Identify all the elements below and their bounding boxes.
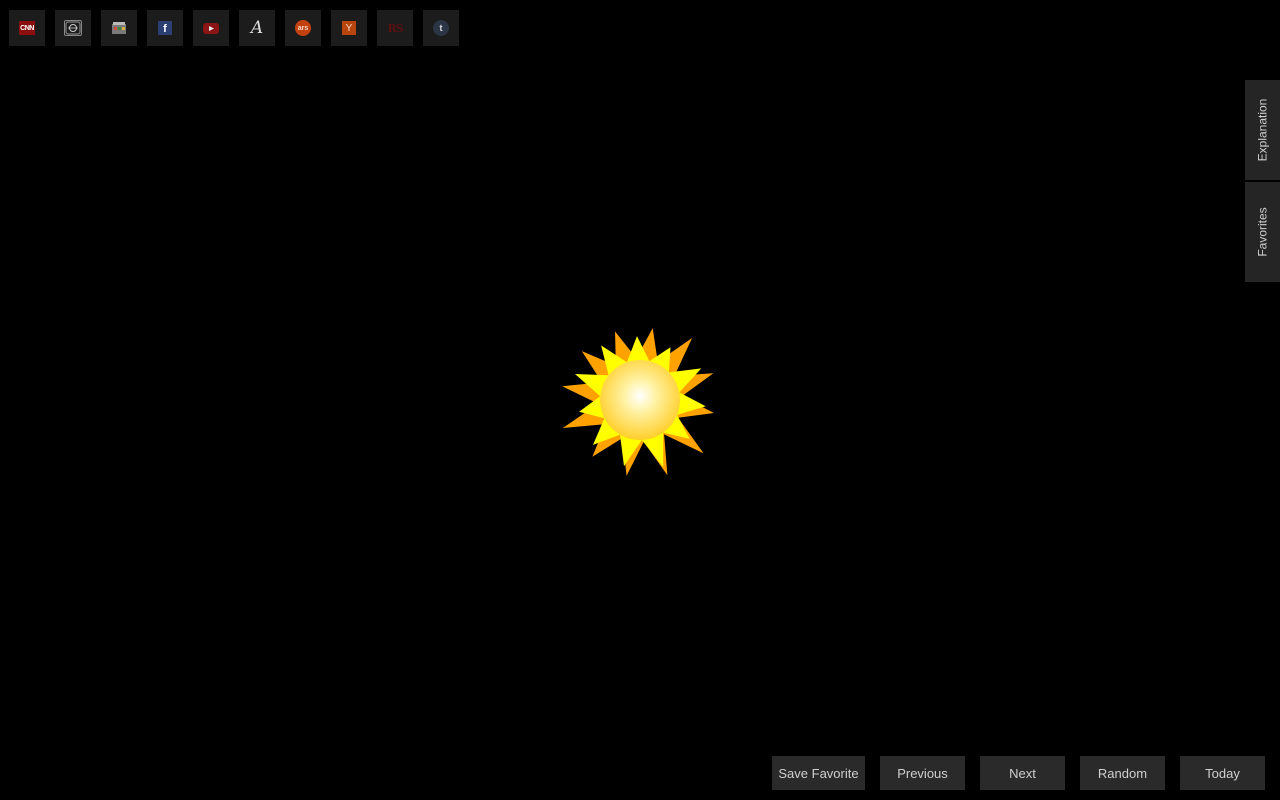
tab-favorites-label: Favorites [1255, 207, 1270, 257]
save-favorite-button[interactable]: Save Favorite [772, 756, 865, 790]
hacker-news-icon: Y [342, 21, 356, 35]
facebook-icon: f [158, 21, 172, 35]
youtube-icon [203, 22, 219, 34]
news-icon [64, 20, 82, 36]
apod-page: CNN f A ars Y RS t Explanation Favorites… [0, 0, 1280, 800]
tab-explanation[interactable]: Explanation [1245, 80, 1280, 180]
next-button[interactable]: Next [980, 756, 1065, 790]
sun-loading-image [560, 320, 720, 480]
shortcut-cnn[interactable]: CNN [9, 10, 45, 46]
atlantic-icon: A [250, 18, 264, 38]
tab-favorites[interactable]: Favorites [1245, 182, 1280, 282]
shortcut-bar: CNN f A ars Y RS t [9, 10, 459, 46]
shortcut-atlantic[interactable]: A [239, 10, 275, 46]
shortcut-hacker-news[interactable]: Y [331, 10, 367, 46]
shortcut-store[interactable] [101, 10, 137, 46]
random-button[interactable]: Random [1080, 756, 1165, 790]
shortcut-rolling-stone[interactable]: RS [377, 10, 413, 46]
tumblr-icon: t [433, 20, 449, 36]
shortcut-facebook[interactable]: f [147, 10, 183, 46]
ars-technica-icon: ars [295, 20, 311, 36]
shortcut-youtube[interactable] [193, 10, 229, 46]
rolling-stone-icon: RS [387, 21, 403, 35]
tab-explanation-label: Explanation [1255, 98, 1270, 162]
previous-button[interactable]: Previous [880, 756, 965, 790]
shortcut-tumblr[interactable]: t [423, 10, 459, 46]
store-icon [111, 21, 127, 35]
shortcut-ars-technica[interactable]: ars [285, 10, 321, 46]
shortcut-news[interactable] [55, 10, 91, 46]
cnn-icon: CNN [19, 21, 35, 35]
today-button[interactable]: Today [1180, 756, 1265, 790]
sun-icon [562, 328, 714, 476]
